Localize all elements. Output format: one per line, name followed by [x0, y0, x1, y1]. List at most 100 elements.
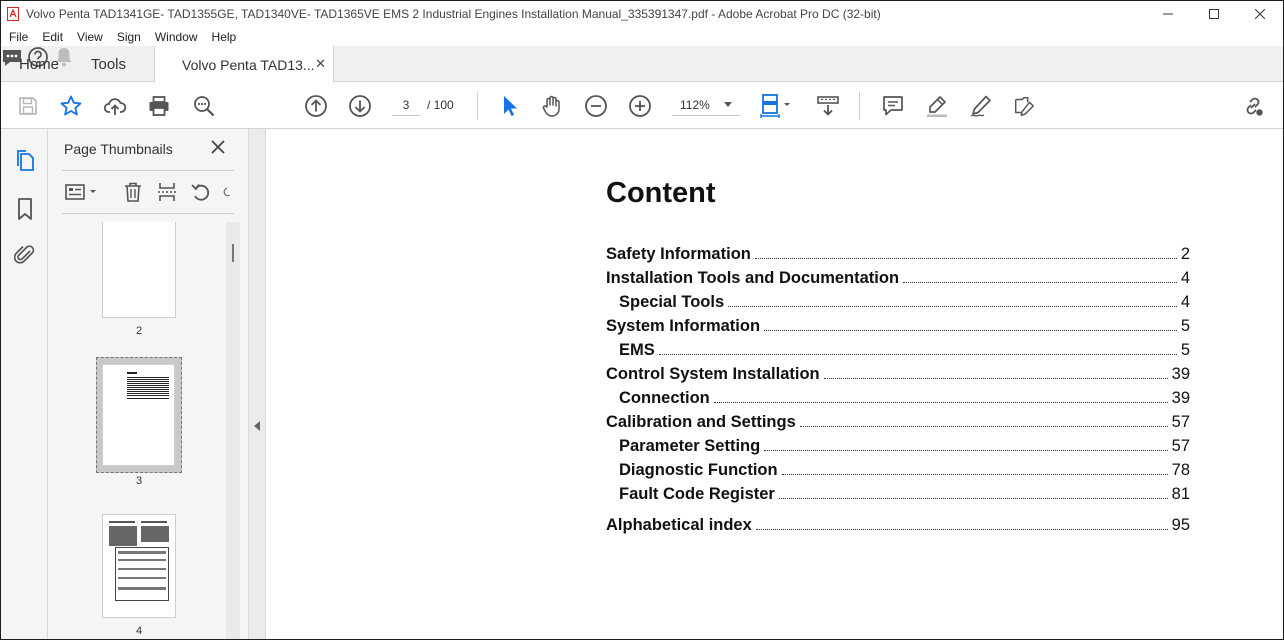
thumbnail-label: 3 [135, 475, 143, 487]
page-thumbnails-icon[interactable] [14, 149, 36, 173]
rotate-counterclockwise-icon[interactable] [190, 181, 212, 203]
toc-page-number: 5 [1180, 317, 1190, 335]
toc-entry[interactable]: Fault Code Register 81 [606, 485, 1190, 509]
previous-page-icon[interactable] [304, 94, 328, 118]
menu-window[interactable]: Window [147, 30, 204, 44]
menu-file[interactable]: File [1, 30, 34, 44]
toc-leader [754, 258, 1177, 259]
mini-line [127, 377, 169, 378]
toolbar-divider [477, 92, 478, 120]
mini-line [127, 385, 169, 386]
zoom-in-icon[interactable] [628, 94, 652, 118]
mini-line [127, 383, 169, 384]
toc-page-number: 57 [1171, 437, 1190, 455]
mini-line [127, 393, 169, 394]
toc-leader [658, 354, 1177, 355]
page-total: / 100 [427, 98, 454, 112]
thumbnail-options-icon[interactable] [64, 181, 100, 203]
toc-leader [755, 529, 1168, 530]
toc-label: Parameter Setting [619, 437, 761, 455]
document-view: Content Safety Information 2 Installation… [266, 129, 1283, 639]
tab-document[interactable]: Volvo Penta TAD13... ✕ [154, 46, 334, 83]
toc-entry[interactable]: Installation Tools and Documentation 4 [606, 269, 1190, 293]
menu-bar: File Edit View Sign Window Help [1, 27, 1283, 46]
toc-page-number: 95 [1171, 516, 1190, 534]
menu-sign[interactable]: Sign [109, 30, 147, 44]
thumbnail-toolbar [62, 170, 234, 214]
mini-line [127, 389, 169, 390]
tab-tools[interactable]: Tools [91, 46, 126, 82]
acrobat-window: Volvo Penta TAD1341GE- TAD1355GE, TAD134… [0, 0, 1284, 640]
toc-entry[interactable]: Calibration and Settings 57 [606, 413, 1190, 437]
thumbnail-scrollbar[interactable] [226, 222, 240, 639]
toc-page-number: 4 [1180, 293, 1190, 311]
delete-trash-icon[interactable] [122, 181, 144, 203]
mini-line [127, 387, 169, 388]
tab-close-icon[interactable]: ✕ [315, 56, 326, 72]
window-close-icon[interactable] [1237, 1, 1283, 27]
toc-entry[interactable]: Connection 39 [606, 389, 1190, 413]
hand-pan-icon[interactable] [540, 94, 564, 118]
mini-line [118, 587, 166, 590]
table-of-contents: Safety Information 2 Installation Tools a… [606, 245, 1190, 540]
collapse-panel-arrow-icon[interactable] [254, 421, 260, 431]
toc-label: Installation Tools and Documentation [606, 269, 900, 287]
bookmark-star-icon[interactable] [59, 94, 83, 118]
select-cursor-icon[interactable] [497, 94, 521, 118]
toc-entry[interactable]: Special Tools 4 [606, 293, 1190, 317]
thumbnail-page-3-selected[interactable] [96, 357, 182, 473]
edit-pdf-icon[interactable] [1012, 94, 1036, 118]
toc-entry[interactable]: Safety Information 2 [606, 245, 1190, 269]
thumbnail-page-2[interactable] [102, 222, 176, 318]
rotate-clockwise-icon[interactable] [222, 181, 234, 203]
panel-close-icon[interactable] [210, 139, 226, 155]
save-icon[interactable] [16, 94, 40, 118]
highlight-pen-icon[interactable] [925, 94, 949, 118]
bookmarks-icon[interactable] [14, 197, 36, 221]
toc-label: Diagnostic Function [619, 461, 778, 479]
maximize-icon[interactable] [1191, 1, 1237, 27]
menu-view[interactable]: View [69, 30, 109, 44]
toc-entry[interactable]: Parameter Setting 57 [606, 437, 1190, 461]
fit-page-icon[interactable] [759, 94, 795, 118]
mini-line [109, 521, 135, 523]
scroll-mode-icon[interactable] [816, 94, 840, 118]
thumbnail-label: 2 [135, 325, 143, 337]
tab-home[interactable]: Home [19, 46, 59, 82]
print-icon[interactable] [147, 94, 171, 118]
toc-entry[interactable]: Alphabetical index 95 [606, 516, 1190, 540]
upload-cloud-icon[interactable] [103, 94, 127, 118]
menu-help[interactable]: Help [204, 30, 243, 44]
fill-sign-icon[interactable] [969, 94, 993, 118]
toc-page-number: 39 [1171, 365, 1190, 383]
zoom-out-icon[interactable] [584, 94, 608, 118]
toc-entry[interactable]: System Information 5 [606, 317, 1190, 341]
toc-label: Control System Installation [606, 365, 820, 383]
find-zoom-icon[interactable] [192, 94, 216, 118]
panel-splitter[interactable] [248, 129, 266, 639]
toc-page-number: 39 [1171, 389, 1190, 407]
next-page-icon[interactable] [348, 94, 372, 118]
thumbnail-page-4[interactable] [102, 514, 176, 618]
comment-icon[interactable] [881, 94, 905, 118]
minimize-icon[interactable] [1145, 1, 1191, 27]
share-link-icon[interactable] [1241, 94, 1265, 118]
toc-label: EMS [619, 341, 655, 359]
mini-title [127, 372, 137, 374]
acrobat-logo-icon [7, 7, 19, 21]
toc-leader [764, 450, 1168, 451]
toc-entry[interactable]: Control System Installation 39 [606, 365, 1190, 389]
mini-line [118, 551, 166, 554]
tab-bar: Home Tools Volvo Penta TAD13... ✕ [1, 46, 1283, 83]
attachments-paperclip-icon[interactable] [14, 243, 36, 267]
extract-pages-icon[interactable] [156, 181, 178, 203]
toc-label: Special Tools [619, 293, 725, 311]
menu-edit[interactable]: Edit [34, 30, 69, 44]
page-number-input[interactable] [392, 94, 420, 116]
zoom-level-dropdown[interactable]: 112% [672, 94, 740, 116]
toc-entry[interactable]: EMS 5 [606, 341, 1190, 365]
mini-text-block [141, 526, 169, 542]
scrollbar-thumb[interactable] [232, 244, 234, 262]
main-toolbar: / 100 112% [1, 82, 1283, 129]
toc-entry[interactable]: Diagnostic Function 78 [606, 461, 1190, 485]
